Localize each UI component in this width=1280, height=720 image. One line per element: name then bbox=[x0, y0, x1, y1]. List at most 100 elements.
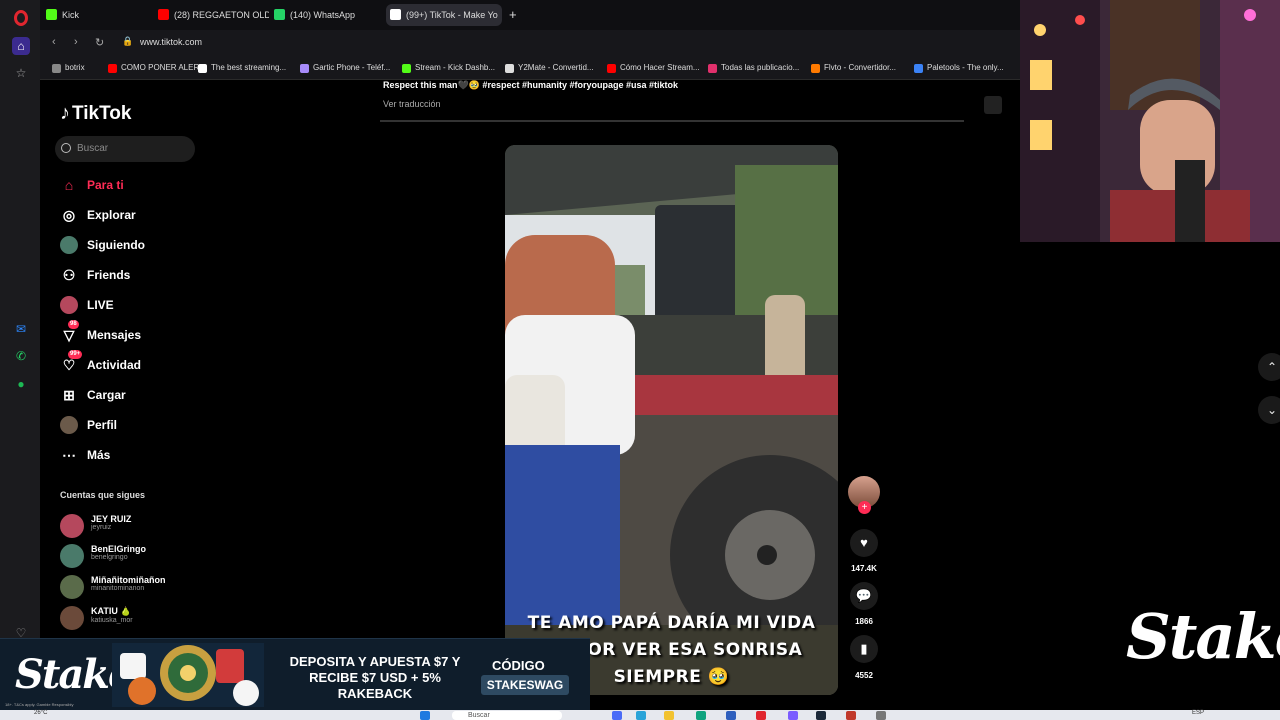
kick-icon bbox=[402, 64, 411, 73]
like-count: 147.4K bbox=[851, 564, 877, 573]
bookmark-label: The best streaming... bbox=[211, 63, 287, 72]
tiktok-note-icon: ♪ bbox=[60, 102, 70, 124]
tab-label: Kick bbox=[62, 10, 80, 20]
account-name: BenElGringo bbox=[91, 544, 147, 554]
nav-label: Friends bbox=[87, 268, 131, 282]
report-icon[interactable] bbox=[984, 96, 1002, 114]
comment-button[interactable]: 💬 bbox=[850, 582, 878, 610]
taskbar-app-icon[interactable] bbox=[726, 711, 736, 720]
like-button[interactable]: ♥ bbox=[850, 529, 878, 557]
nav-live[interactable]: ● LIVE bbox=[60, 295, 114, 315]
bookmark-item[interactable]: Paletools - The only... bbox=[914, 63, 1004, 73]
nav-label: Más bbox=[87, 448, 111, 462]
nav-para-ti[interactable]: ⌂ Para ti bbox=[60, 175, 124, 195]
reload-icon[interactable]: ↻ bbox=[95, 36, 104, 49]
bookmark-item[interactable]: Todas las publicacio... bbox=[708, 63, 799, 73]
avatar bbox=[60, 606, 84, 630]
bookmark-item[interactable]: Gartic Phone - Teléf... bbox=[300, 63, 391, 73]
messenger-icon[interactable]: ✉ bbox=[12, 320, 30, 338]
bookmark-item[interactable]: The best streaming... bbox=[198, 63, 287, 73]
comment-icon: 💬 bbox=[855, 588, 873, 603]
translate-link[interactable]: Ver traducción bbox=[383, 99, 441, 109]
whatsapp-icon[interactable]: ✆ bbox=[12, 347, 30, 365]
home-icon[interactable]: ⌂ bbox=[12, 37, 30, 55]
scroll-down-button[interactable]: ⌄ bbox=[1258, 396, 1280, 424]
taskbar-app-icon[interactable] bbox=[612, 711, 622, 720]
stake-logo: Stake bbox=[1126, 600, 1280, 673]
bookmark-label: Gartic Phone - Teléf... bbox=[313, 63, 391, 72]
url-field[interactable]: www.tiktok.com bbox=[140, 37, 202, 47]
taskbar-app-icon[interactable] bbox=[696, 711, 706, 720]
promo-text: DEPOSITA Y APUESTA $7 Y RECIBE $7 USD + … bbox=[289, 654, 461, 701]
bookmark-icon[interactable]: ☆ bbox=[12, 64, 30, 82]
nav-label: Perfil bbox=[87, 418, 118, 432]
tab-whatsapp[interactable]: (140) WhatsApp bbox=[270, 4, 385, 26]
bookmark-item[interactable]: Flvto - Convertidor... bbox=[811, 63, 897, 73]
language-indicator[interactable]: ESP bbox=[1192, 710, 1204, 716]
video-player[interactable]: TE AMO PAPÁ DARÍA MI VIDA RA POR VER ESA… bbox=[505, 145, 838, 695]
following-account[interactable]: KATIU 🍐 katiuska_mor bbox=[60, 606, 133, 632]
settings-icon[interactable] bbox=[876, 711, 886, 720]
taskbar-app-icon[interactable] bbox=[846, 711, 856, 720]
bookmark-item[interactable]: Stream - Kick Dashb... bbox=[402, 63, 495, 73]
code-label: CÓDIGO bbox=[492, 658, 545, 673]
nav-label: Para ti bbox=[87, 178, 124, 192]
bookmark-item[interactable]: COMO PONER ALER... bbox=[108, 63, 206, 73]
tab-kick[interactable]: Kick bbox=[42, 4, 152, 26]
nav-cargar[interactable]: ⊞ Cargar bbox=[60, 385, 126, 405]
weather-temp[interactable]: 26°C bbox=[34, 710, 47, 716]
nav-perfil[interactable]: ● Perfil bbox=[60, 415, 117, 435]
search-input[interactable]: Buscar bbox=[55, 136, 195, 162]
windows-start-icon[interactable] bbox=[420, 711, 430, 720]
previous-video-caption: Respect this man🖤🥹 #respect #humanity #f… bbox=[383, 80, 679, 90]
tiktok-page: ♪ TikTok Buscar ⌂ Para ti ◎ Explorar ● Sigui… bbox=[42, 80, 1020, 695]
search-icon bbox=[61, 143, 71, 153]
opera-icon[interactable] bbox=[756, 711, 766, 720]
following-account[interactable]: BenElGringo benelgringo bbox=[60, 544, 146, 570]
opera-logo-icon[interactable] bbox=[14, 10, 28, 26]
save-button[interactable]: ▮ bbox=[850, 635, 878, 663]
new-tab-button[interactable]: + bbox=[506, 4, 522, 26]
account-handle: katiuska_mor bbox=[91, 617, 133, 624]
following-account[interactable]: JEY RUIZ jeyruiz bbox=[60, 514, 131, 540]
nav-siguiendo[interactable]: ● Siguiendo bbox=[60, 235, 145, 255]
taskbar-search[interactable]: Buscar bbox=[452, 711, 562, 720]
bookmark-item[interactable]: botrix bbox=[52, 63, 85, 73]
nav-actividad[interactable]: ♡ 99+ Actividad bbox=[60, 350, 141, 375]
follow-plus-icon[interactable]: + bbox=[858, 501, 871, 514]
gartic-icon bbox=[300, 64, 309, 73]
bookmark-label: Flvto - Convertidor... bbox=[824, 63, 897, 72]
tiktok-logo[interactable]: ♪ TikTok bbox=[60, 102, 131, 125]
profile-avatar-icon: ● bbox=[60, 416, 78, 434]
following-avatar-icon: ● bbox=[60, 236, 78, 254]
webcam-overlay bbox=[1020, 0, 1280, 242]
nav-label: LIVE bbox=[87, 298, 114, 312]
whatsapp-icon bbox=[274, 9, 285, 20]
tab-youtube[interactable]: (28) REGGAETON OLD SC bbox=[154, 4, 269, 26]
taskbar-app-icon[interactable] bbox=[636, 711, 646, 720]
promo-code: STAKESWAG bbox=[481, 675, 569, 695]
bookmark-folder-icon bbox=[52, 64, 61, 73]
folder-icon[interactable] bbox=[664, 711, 674, 720]
nav-mensajes[interactable]: ▽ 98 Mensajes bbox=[60, 320, 141, 345]
nav-label: Siguiendo bbox=[87, 238, 145, 252]
more-icon: ⋯ bbox=[62, 447, 76, 463]
nav-mas[interactable]: ⋯ Más bbox=[60, 445, 110, 465]
nav-friends[interactable]: ⚇ Friends bbox=[60, 265, 131, 285]
steam-icon[interactable] bbox=[816, 711, 826, 720]
bookmark-item[interactable]: Cómo Hacer Stream... bbox=[607, 63, 700, 73]
account-name: JEY RUIZ bbox=[91, 514, 132, 524]
forward-icon[interactable]: › bbox=[74, 36, 78, 48]
scroll-up-button[interactable]: ⌃ bbox=[1258, 353, 1280, 381]
nav-explorar[interactable]: ◎ Explorar bbox=[60, 205, 136, 225]
tab-tiktok[interactable]: (99+) TikTok - Make Yo bbox=[386, 4, 502, 26]
following-account[interactable]: Miñañitomiñañon minanitominanon bbox=[60, 575, 166, 601]
flvto-icon bbox=[811, 64, 820, 73]
spotify-icon[interactable]: ● bbox=[12, 375, 30, 393]
home-icon: ⌂ bbox=[64, 177, 74, 193]
discord-icon[interactable] bbox=[788, 711, 798, 720]
comment-count: 1866 bbox=[855, 617, 873, 626]
heart-icon: ♥ bbox=[860, 535, 868, 550]
back-icon[interactable]: ‹ bbox=[52, 36, 56, 48]
bookmark-item[interactable]: Y2Mate - Convertid... bbox=[505, 63, 594, 73]
